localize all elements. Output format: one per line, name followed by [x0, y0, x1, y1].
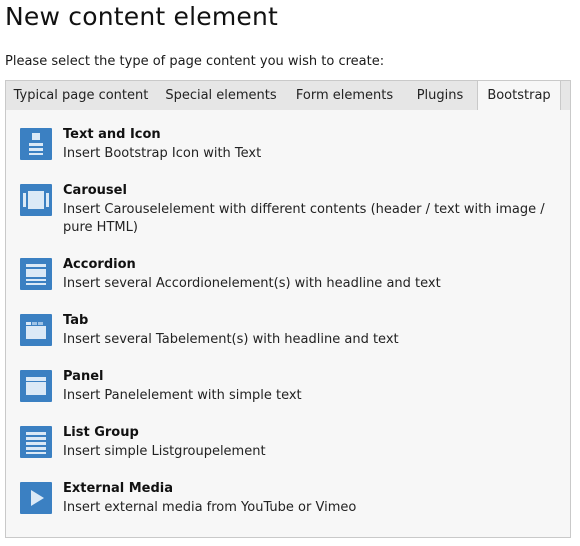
wizard-item-description: Insert simple Listgroupelement: [63, 444, 266, 459]
wizard-item-description: Insert external media from YouTube or Vi…: [63, 500, 357, 515]
wizard-item-description: Insert Panelelement with simple text: [63, 388, 302, 403]
wizard-item-title: Accordion: [63, 257, 136, 272]
text-icon-icon: [20, 128, 52, 160]
wizard-item-carousel[interactable]: Carousel Insert Carouselelement with dif…: [20, 183, 560, 238]
wizard-item-external-media[interactable]: External Media Insert external media fro…: [20, 481, 560, 518]
wizard-item-tab[interactable]: Tab Insert several Tabelement(s) with he…: [20, 313, 560, 350]
page-title: New content element: [5, 2, 279, 31]
wizard-item-title: Tab: [63, 313, 89, 328]
wizard-item-list-group[interactable]: List Group Insert simple Listgroupelemen…: [20, 425, 560, 462]
panel-icon: [20, 370, 52, 402]
tab-bar: Typical page content Special elements Fo…: [5, 80, 571, 111]
wizard-item-accordion[interactable]: Accordion Insert several Accordionelemen…: [20, 257, 560, 294]
wizard-item-title: Carousel: [63, 183, 127, 198]
page-instruction: Please select the type of page content y…: [5, 54, 385, 69]
wizard-item-panel[interactable]: Panel Insert Panelelement with simple te…: [20, 369, 560, 406]
tab-icon: [20, 314, 52, 346]
tab-special-elements[interactable]: Special elements: [156, 81, 286, 111]
tab-typical-page-content[interactable]: Typical page content: [6, 81, 156, 111]
wizard-item-text-and-icon[interactable]: Text and Icon Insert Bootstrap Icon with…: [20, 127, 560, 164]
wizard-item-description: Insert several Accordionelement(s) with …: [63, 276, 441, 291]
tab-bootstrap[interactable]: Bootstrap: [477, 80, 561, 111]
wizard-item-title: Text and Icon: [63, 127, 161, 142]
wizard-item-description: Insert Carouselelement with different co…: [63, 202, 545, 235]
wizard-item-description: Insert Bootstrap Icon with Text: [63, 146, 262, 161]
tab-plugins[interactable]: Plugins: [403, 81, 477, 111]
accordion-icon: [20, 258, 52, 290]
tab-panel-bootstrap: Text and Icon Insert Bootstrap Icon with…: [5, 110, 571, 538]
wizard-item-title: List Group: [63, 425, 139, 440]
wizard-item-title: Panel: [63, 369, 104, 384]
play-icon: [20, 482, 52, 514]
wizard-item-title: External Media: [63, 481, 174, 496]
carousel-icon: [20, 184, 52, 216]
list-group-icon: [20, 426, 52, 458]
wizard-item-description: Insert several Tabelement(s) with headli…: [63, 332, 399, 347]
tab-form-elements[interactable]: Form elements: [286, 81, 403, 111]
